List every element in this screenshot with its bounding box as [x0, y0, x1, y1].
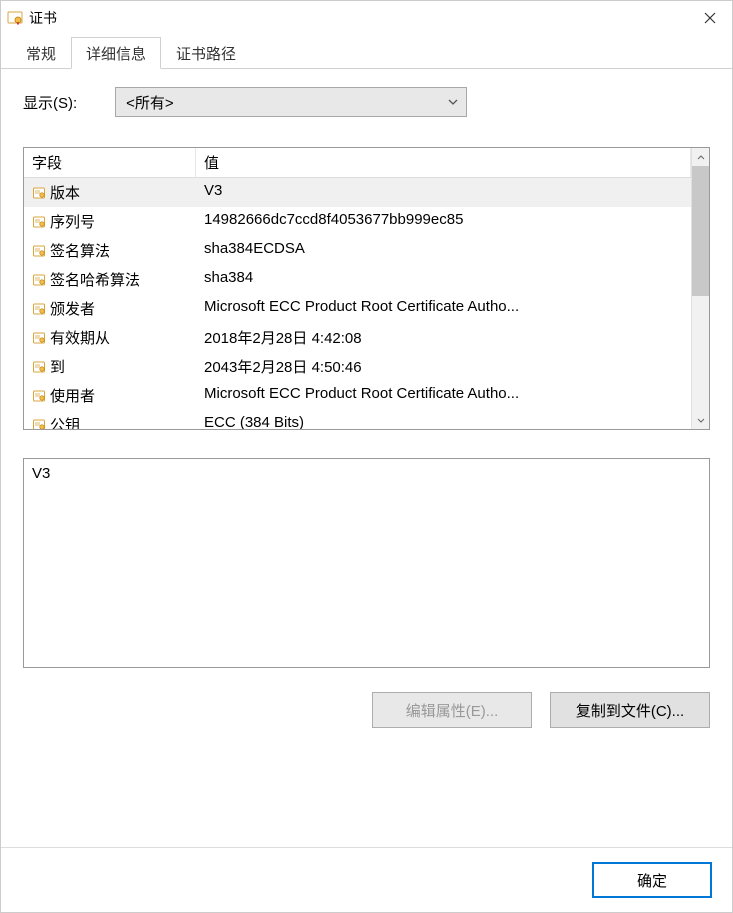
listview-body: 版本V3序列号14982666dc7ccd8f4053677bb999ec85签…: [24, 178, 691, 429]
field-cell: 公钥: [24, 412, 196, 429]
edit-properties-button: 编辑属性(E)...: [372, 692, 532, 728]
header-field[interactable]: 字段: [24, 148, 196, 177]
ok-button[interactable]: 确定: [592, 862, 712, 898]
show-row: 显示(S): <所有>: [23, 87, 710, 117]
field-value: 2043年2月28日 4:50:46: [196, 354, 691, 379]
scroll-track[interactable]: [692, 166, 709, 411]
field-value: 2018年2月28日 4:42:08: [196, 325, 691, 350]
table-row[interactable]: 版本 V3: [24, 178, 691, 207]
tab-content: 显示(S): <所有> 字段 值 版本 V3 序列号 14982666dc7ccd8f…: [1, 69, 732, 847]
action-buttons: 编辑属性(E)... 复制到文件(C)...: [23, 692, 710, 728]
field-cell: 序列号: [24, 209, 196, 234]
field-icon: [32, 331, 46, 345]
tab-details[interactable]: 详细信息: [71, 37, 161, 69]
table-row[interactable]: 公钥 ECC (384 Bits): [24, 410, 691, 429]
field-value: sha384: [196, 267, 691, 292]
dialog-footer: 确定: [1, 847, 732, 912]
field-icon: [32, 302, 46, 316]
table-row[interactable]: 签名算法 sha384ECDSA: [24, 236, 691, 265]
field-icon: [32, 418, 46, 430]
copy-to-file-button[interactable]: 复制到文件(C)...: [550, 692, 710, 728]
detail-text: V3: [32, 465, 50, 482]
field-value: sha384ECDSA: [196, 238, 691, 263]
certificate-icon: [7, 10, 23, 26]
field-value: V3: [196, 180, 691, 205]
field-icon: [32, 389, 46, 403]
detail-textbox[interactable]: V3: [23, 458, 710, 668]
field-icon: [32, 244, 46, 258]
show-dropdown[interactable]: <所有>: [115, 87, 467, 117]
field-cell: 使用者: [24, 383, 196, 408]
field-name: 使用者: [50, 385, 95, 406]
table-row[interactable]: 序列号 14982666dc7ccd8f4053677bb999ec85: [24, 207, 691, 236]
table-row[interactable]: 颁发者 Microsoft ECC Product Root Certificat…: [24, 294, 691, 323]
field-icon: [32, 215, 46, 229]
titlebar: 证书: [1, 1, 732, 35]
titlebar-left: 证书: [7, 8, 57, 28]
table-row[interactable]: 到 2043年2月28日 4:50:46: [24, 352, 691, 381]
scrollbar[interactable]: [691, 148, 709, 429]
scroll-up-icon[interactable]: [692, 148, 709, 166]
header-value[interactable]: 值: [196, 148, 691, 177]
certificate-dialog: 证书 常规 详细信息 证书路径 显示(S): <所有>: [0, 0, 733, 913]
show-label: 显示(S):: [23, 92, 77, 113]
field-cell: 签名算法: [24, 238, 196, 263]
field-value: 14982666dc7ccd8f4053677bb999ec85: [196, 209, 691, 234]
field-name: 有效期从: [50, 327, 110, 348]
field-value: ECC (384 Bits): [196, 412, 691, 429]
field-icon: [32, 273, 46, 287]
table-row[interactable]: 签名哈希算法 sha384: [24, 265, 691, 294]
field-cell: 到: [24, 354, 196, 379]
field-value: Microsoft ECC Product Root Certificate A…: [196, 383, 691, 408]
fields-listview[interactable]: 字段 值 版本 V3 序列号 14982666dc7ccd8f4053677bb999…: [24, 148, 691, 429]
field-cell: 有效期从: [24, 325, 196, 350]
scroll-down-icon[interactable]: [692, 411, 709, 429]
show-selected: <所有>: [126, 92, 174, 113]
close-button[interactable]: [690, 4, 730, 32]
field-cell: 签名哈希算法: [24, 267, 196, 292]
tab-bar: 常规 详细信息 证书路径: [1, 37, 732, 69]
tab-general[interactable]: 常规: [11, 37, 71, 68]
field-name: 序列号: [50, 211, 95, 232]
scroll-thumb[interactable]: [692, 166, 709, 296]
listview-container: 字段 值 版本 V3 序列号 14982666dc7ccd8f4053677bb999…: [23, 147, 710, 430]
field-name: 到: [50, 356, 65, 377]
table-row[interactable]: 使用者 Microsoft ECC Product Root Certificat…: [24, 381, 691, 410]
field-icon: [32, 186, 46, 200]
field-cell: 颁发者: [24, 296, 196, 321]
field-value: Microsoft ECC Product Root Certificate A…: [196, 296, 691, 321]
window-title: 证书: [29, 8, 57, 28]
field-name: 版本: [50, 182, 80, 203]
field-name: 颁发者: [50, 298, 95, 319]
tab-cert-path[interactable]: 证书路径: [161, 37, 251, 68]
table-row[interactable]: 有效期从 2018年2月28日 4:42:08: [24, 323, 691, 352]
listview-header: 字段 值: [24, 148, 691, 178]
field-name: 公钥: [50, 414, 80, 429]
chevron-down-icon: [448, 96, 458, 108]
field-name: 签名算法: [50, 240, 110, 261]
field-icon: [32, 360, 46, 374]
field-cell: 版本: [24, 180, 196, 205]
field-name: 签名哈希算法: [50, 269, 140, 290]
